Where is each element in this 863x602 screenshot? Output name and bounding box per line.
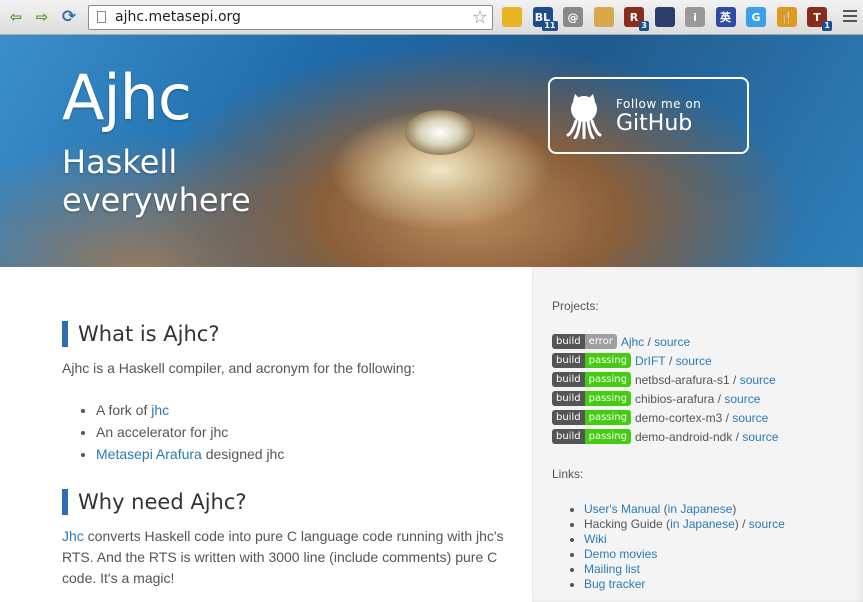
project-name: demo-android-ndk (634, 429, 733, 444)
project-row: build passing demo-android-ndk / source (552, 428, 778, 445)
list-item: Hacking Guide (in Japanese) / source (584, 517, 785, 532)
list-item: Mailing list (584, 562, 785, 577)
hero-banner: Ajhc Haskell everywhere Follow me on Git… (0, 35, 863, 267)
hacking-guide-japanese-link[interactable]: in Japanese (670, 517, 735, 531)
project-name[interactable]: Ajhc (621, 335, 644, 349)
build-status-badge[interactable]: passing (584, 353, 631, 368)
bl-extension-icon[interactable]: BL 11 (532, 7, 558, 31)
project-name: demo-cortex-m3 (634, 410, 723, 425)
back-arrow-icon[interactable]: ⇦ (7, 8, 25, 26)
build-status-badge[interactable]: passing (584, 410, 631, 425)
project-source-link[interactable]: source (724, 392, 760, 406)
project-name: chibios-arafura (634, 391, 715, 406)
info-extension-icon[interactable]: i (685, 7, 705, 27)
url-text[interactable]: ajhc.metasepi.org (115, 9, 241, 25)
list-item: Demo movies (584, 547, 785, 562)
list-item: Metasepi Arafura designed jhc (96, 443, 284, 465)
browser-toolbar: ⇦ ⇨ ⟳ ajhc.metasepi.org ☆ BL 11 @ R 3 i 英 G 🍴 T 1 (0, 0, 863, 35)
project-row: build passing netbsd-arafura-s1 / source (552, 371, 776, 388)
list-item: A fork of jhc (96, 399, 284, 421)
why-need-ajhc-heading: Why need Ajhc? (62, 489, 247, 515)
hacking-guide-source-link[interactable]: source (749, 517, 785, 531)
list-item: Bug tracker (584, 577, 785, 592)
wiki-link[interactable]: Wiki (584, 532, 607, 546)
hacking-guide-text: Hacking Guide (584, 517, 663, 531)
site-tagline: Haskell everywhere (62, 143, 251, 219)
cloud-extension-icon[interactable] (502, 7, 522, 27)
build-badge-label: build (552, 353, 585, 368)
reload-icon[interactable]: ⟳ (60, 7, 78, 27)
page-icon (97, 11, 106, 23)
address-bar[interactable]: ajhc.metasepi.org ☆ (88, 5, 493, 30)
r-extension-icon[interactable]: R3 (624, 7, 649, 31)
g-extension-icon[interactable]: G (746, 7, 766, 27)
book-extension-icon[interactable] (654, 7, 675, 27)
cookie-extension-icon[interactable] (593, 7, 614, 27)
separator: / (722, 410, 733, 425)
list-item-text: A fork of (96, 402, 152, 418)
jhc-link[interactable]: Jhc (62, 528, 84, 544)
build-badge-label: build (552, 372, 585, 387)
users-manual-japanese-link[interactable]: in Japanese (668, 502, 733, 516)
project-name[interactable]: DrIFT (635, 354, 666, 368)
project-source-link[interactable]: source (742, 430, 778, 444)
list-item-text: designed jhc (201, 446, 285, 462)
build-badge-label: build (552, 429, 585, 444)
extension-badge: 3 (639, 21, 649, 31)
build-status-badge[interactable]: passing (584, 391, 631, 406)
fork-extension-icon[interactable]: 🍴 (776, 7, 797, 27)
build-badge-label: build (552, 334, 585, 349)
build-status-badge[interactable]: error (584, 334, 617, 349)
separator: / (729, 372, 740, 387)
project-row: build passing demo-cortex-m3 / source (552, 409, 768, 426)
extension-badge: 1 (822, 21, 832, 31)
metasepi-arafura-link[interactable]: Metasepi Arafura (96, 446, 202, 462)
links-list: User's Manual (in Japanese) Hacking Guid… (552, 502, 785, 592)
users-manual-link[interactable]: User's Manual (584, 502, 660, 516)
why-text: Jhc converts Haskell code into pure C la… (62, 526, 532, 589)
project-row: build passing chibios-arafura / source (552, 390, 760, 407)
site-title: Ajhc (62, 61, 192, 134)
github-name-text: GitHub (616, 111, 693, 136)
project-source-link[interactable]: source (732, 411, 768, 425)
mailing-list-link[interactable]: Mailing list (584, 562, 640, 576)
bug-tracker-link[interactable]: Bug tracker (584, 577, 645, 591)
project-source-link[interactable]: source (654, 335, 690, 349)
dictionary-extension-icon[interactable]: 英 (715, 7, 736, 27)
build-badge-label: build (552, 410, 585, 425)
list-item: An accelerator for jhc (96, 421, 284, 443)
separator: / (732, 429, 743, 444)
separator: / (665, 353, 676, 368)
build-badge-label: build (552, 391, 585, 406)
projects-label: Projects: (552, 299, 599, 313)
list-item: User's Manual (in Japanese) (584, 502, 785, 517)
why-text-body: converts Haskell code into pure C langua… (62, 528, 504, 586)
list-item: Wiki (584, 532, 785, 547)
what-is-ajhc-heading: What is Ajhc? (62, 321, 220, 347)
demo-movies-link[interactable]: Demo movies (584, 547, 657, 561)
extension-badge: 11 (542, 21, 558, 31)
project-name: netbsd-arafura-s1 (634, 372, 730, 387)
project-source-link[interactable]: source (740, 373, 776, 387)
follow-github-button[interactable]: Follow me on GitHub (548, 77, 749, 154)
bookmark-star-icon[interactable]: ☆ (472, 7, 488, 28)
forward-arrow-icon[interactable]: ⇨ (33, 8, 51, 26)
separator: / (644, 334, 655, 349)
intro-text: Ajhc is a Haskell compiler, and acronym … (62, 360, 416, 376)
build-status-badge[interactable]: passing (584, 372, 631, 387)
t-extension-icon[interactable]: T1 (807, 7, 832, 31)
links-label: Links: (552, 467, 584, 481)
project-source-link[interactable]: source (676, 354, 712, 368)
build-status-badge[interactable]: passing (584, 429, 631, 444)
project-row: build error Ajhc / source (552, 333, 690, 350)
separator: / (714, 391, 725, 406)
project-row: build passing DrIFT / source (552, 352, 712, 369)
cuttlefish-eye-image (405, 110, 475, 155)
jhc-link[interactable]: jhc (151, 402, 169, 418)
menu-icon[interactable] (843, 10, 857, 25)
feature-list: A fork of jhc An accelerator for jhc Met… (62, 399, 284, 465)
octocat-icon (566, 94, 602, 139)
github-follow-text: Follow me on (616, 97, 702, 111)
clipboard-extension-icon[interactable]: @ (563, 7, 583, 27)
